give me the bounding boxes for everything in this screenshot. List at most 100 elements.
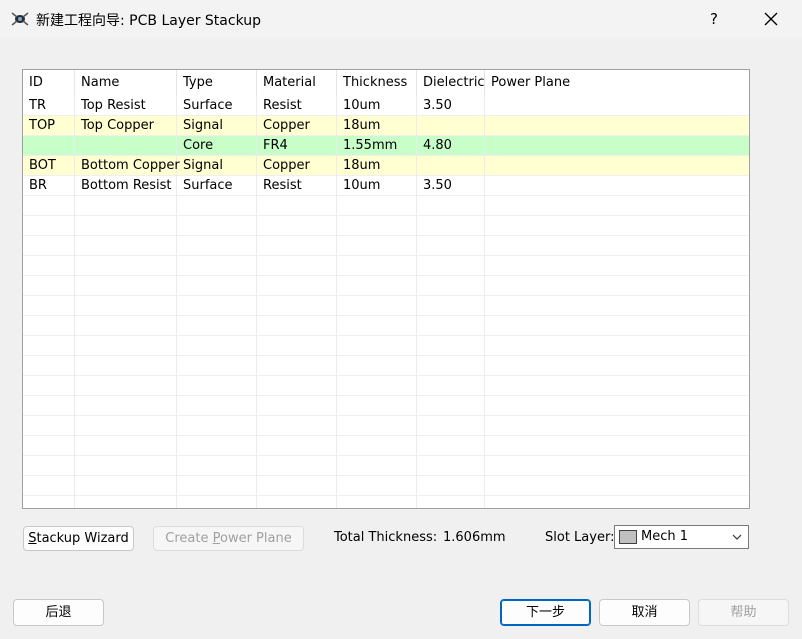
cell-name[interactable] [75,396,177,416]
empty-row[interactable] [23,356,749,376]
cell-name[interactable] [75,356,177,376]
cell-type[interactable] [177,436,257,456]
cell-type[interactable] [177,296,257,316]
cell-power-plane[interactable] [485,196,749,216]
stackup-wizard-button[interactable]: Stackup Wizard [23,526,134,551]
cell-thickness[interactable] [337,496,417,508]
cell-thickness[interactable] [337,456,417,476]
cell-power-plane[interactable] [485,156,749,176]
cell-dielectric[interactable] [417,496,485,508]
cell-power-plane[interactable] [485,456,749,476]
create-power-plane-button[interactable]: Create Power Plane [153,526,304,551]
cell-name[interactable] [75,496,177,508]
table-row[interactable]: BOT Bottom Copper Signal Copper 18um [23,156,749,176]
cell-thickness[interactable]: 18um [337,156,417,176]
cell-thickness[interactable] [337,296,417,316]
help-title-button[interactable]: ? [700,6,728,32]
cell-power-plane[interactable] [485,336,749,356]
cell-power-plane[interactable] [485,356,749,376]
cell-dielectric[interactable]: 4.80 [417,136,485,156]
empty-row[interactable] [23,456,749,476]
cell-material[interactable] [257,376,337,396]
cell-name[interactable] [75,136,177,156]
empty-row[interactable] [23,416,749,436]
empty-row[interactable] [23,296,749,316]
cell-name[interactable] [75,216,177,236]
cell-power-plane[interactable] [485,416,749,436]
layer-stack-grid[interactable]: ID Name Type Material Thickness Dielectr… [22,69,750,509]
cell-type[interactable]: Surface [177,96,257,116]
cell-type[interactable]: Core [177,136,257,156]
cell-power-plane[interactable] [485,216,749,236]
cell-id[interactable] [23,316,75,336]
cell-material[interactable] [257,336,337,356]
cell-dielectric[interactable] [417,316,485,336]
cell-dielectric[interactable] [417,236,485,256]
cell-id[interactable]: BOT [23,156,75,176]
cell-type[interactable] [177,256,257,276]
empty-row[interactable] [23,396,749,416]
cell-id[interactable] [23,336,75,356]
cell-power-plane[interactable] [485,136,749,156]
cell-id[interactable] [23,476,75,496]
column-header-material[interactable]: Material [257,70,337,96]
cell-power-plane[interactable] [485,476,749,496]
cell-type[interactable] [177,276,257,296]
cell-thickness[interactable] [337,276,417,296]
cell-thickness[interactable]: 10um [337,176,417,196]
cell-dielectric[interactable] [417,336,485,356]
cell-dielectric[interactable] [417,196,485,216]
cell-power-plane[interactable] [485,176,749,196]
cell-power-plane[interactable] [485,296,749,316]
cell-name[interactable] [75,316,177,336]
cell-id[interactable] [23,456,75,476]
next-button[interactable]: 下一步 [500,599,591,626]
cell-id[interactable] [23,136,75,156]
cell-id[interactable] [23,216,75,236]
cell-name[interactable]: Top Resist [75,96,177,116]
cell-dielectric[interactable] [417,456,485,476]
cell-material[interactable] [257,316,337,336]
cell-type[interactable] [177,456,257,476]
cell-dielectric[interactable] [417,376,485,396]
cell-thickness[interactable] [337,396,417,416]
cell-thickness[interactable] [337,216,417,236]
cell-dielectric[interactable] [417,476,485,496]
cell-name[interactable]: Top Copper [75,116,177,136]
cell-material[interactable]: Copper [257,116,337,136]
cell-id[interactable] [23,416,75,436]
empty-row[interactable] [23,236,749,256]
cell-name[interactable]: Bottom Resist [75,176,177,196]
cell-power-plane[interactable] [485,276,749,296]
cell-thickness[interactable] [337,416,417,436]
cell-type[interactable] [177,236,257,256]
cell-name[interactable] [75,256,177,276]
cell-name[interactable] [75,336,177,356]
column-header-id[interactable]: ID [23,70,75,96]
cell-id[interactable] [23,256,75,276]
cell-material[interactable] [257,296,337,316]
cell-material[interactable]: Copper [257,156,337,176]
cell-name[interactable] [75,436,177,456]
empty-row[interactable] [23,436,749,456]
cell-name[interactable] [75,236,177,256]
cell-thickness[interactable] [337,336,417,356]
cell-id[interactable] [23,236,75,256]
cell-name[interactable]: Bottom Copper [75,156,180,176]
cell-type[interactable] [177,416,257,436]
cell-type[interactable] [177,356,257,376]
cell-name[interactable] [75,196,177,216]
empty-row[interactable] [23,196,749,216]
cell-type[interactable] [177,496,257,508]
cell-material[interactable] [257,416,337,436]
cell-type[interactable]: Signal [177,156,257,176]
cancel-button[interactable]: 取消 [599,599,690,626]
cell-type[interactable] [177,396,257,416]
cell-thickness[interactable] [337,236,417,256]
cell-name[interactable] [75,276,177,296]
cell-name[interactable] [75,476,177,496]
cell-material[interactable]: FR4 [257,136,337,156]
empty-row[interactable] [23,316,749,336]
cell-id[interactable]: BR [23,176,75,196]
table-row[interactable]: TR Top Resist Surface Resist 10um 3.50 [23,96,749,116]
